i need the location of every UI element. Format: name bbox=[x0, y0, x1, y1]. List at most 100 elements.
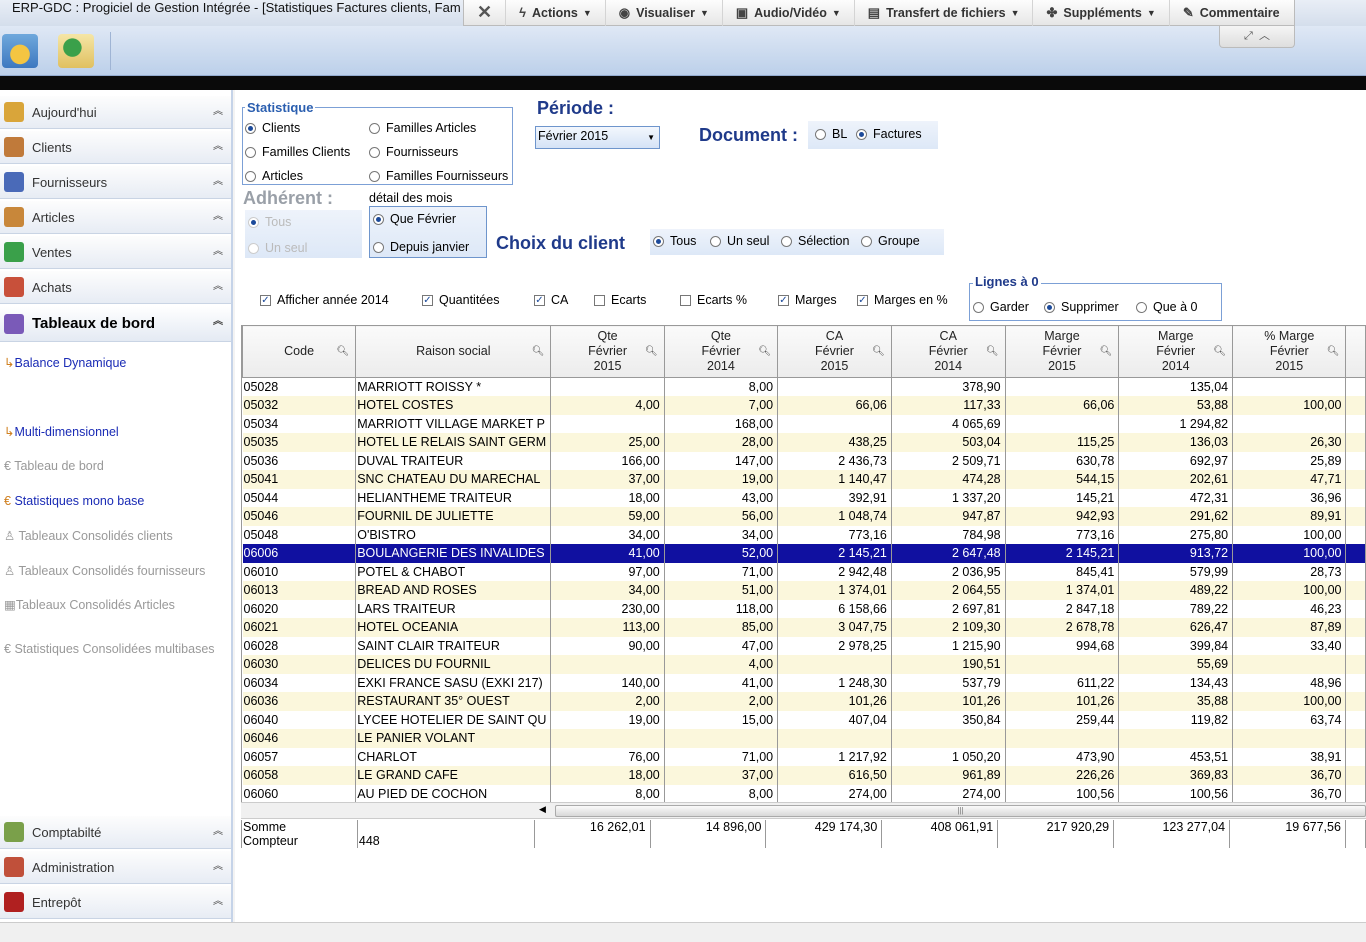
radio-bl[interactable]: BL bbox=[815, 127, 847, 141]
column-header[interactable]: CA Février 2015 🔍︎ bbox=[777, 325, 892, 378]
table-row[interactable]: 05028 MARRIOTT ROISSY * 8,00 378,90 135,04 bbox=[242, 377, 1366, 396]
check-marges[interactable]: ✓ Marges bbox=[778, 293, 837, 307]
radio-supprimer[interactable]: Supprimer bbox=[1044, 300, 1119, 314]
toolbar-audio-video[interactable]: ▣ Audio/Vidéo ▼ bbox=[723, 0, 855, 26]
checkbox[interactable]: ✓ bbox=[260, 294, 271, 306]
subnav-tableau-de-bord[interactable]: € Tableau de bord bbox=[4, 459, 104, 473]
radio-que-fevrier[interactable]: Que Février bbox=[373, 212, 456, 226]
nav-comptabilite[interactable]: Comptabilté ︽ bbox=[0, 816, 231, 849]
radio-button[interactable] bbox=[653, 235, 664, 247]
nav-administration[interactable]: Administration ︽ bbox=[0, 851, 231, 884]
radio-button[interactable] bbox=[248, 216, 259, 228]
chevron-up-icon[interactable]: ︽ bbox=[213, 172, 223, 187]
nav-fournisseurs[interactable]: Fournisseurs ︽ bbox=[0, 166, 231, 199]
radio-adherent-tous[interactable]: Tous bbox=[248, 215, 291, 229]
checkbox[interactable]: ✓ bbox=[778, 294, 789, 306]
table-row[interactable]: 05036 DUVAL TRAITEUR 166,00 147,00 2 436,73 2… bbox=[242, 451, 1366, 470]
toolbar-visualiser[interactable]: ◉ Visualiser ▼ bbox=[606, 0, 723, 26]
nav-ventes[interactable]: Ventes ︽ bbox=[0, 236, 231, 269]
radio-choix-un-seul[interactable]: Un seul bbox=[710, 234, 769, 248]
radio-choix-selection[interactable]: Sélection bbox=[781, 234, 849, 248]
subnav-consolides-fournisseurs[interactable]: ♙ Tableaux Consolidés fournisseurs bbox=[4, 563, 205, 578]
nav-entrepot[interactable]: Entrepôt ︽ bbox=[0, 886, 231, 919]
search-icon[interactable]: 🔍︎ bbox=[337, 344, 350, 359]
search-icon[interactable]: 🔍︎ bbox=[872, 344, 885, 359]
checkbox[interactable]: ✓ bbox=[857, 294, 868, 306]
subnav-statistiques-mono-base[interactable]: € Statistiques mono base bbox=[4, 494, 144, 508]
subnav-consolides-clients[interactable]: ♙ Tableaux Consolidés clients bbox=[4, 528, 173, 543]
table-row[interactable]: 06057 CHARLOT 76,00 71,00 1 217,92 1 050,20 47… bbox=[242, 747, 1366, 766]
table-row[interactable]: 06013 BREAD AND ROSES 34,00 51,00 1 374,01 2 … bbox=[242, 581, 1366, 600]
chevron-up-icon[interactable]: ︽ bbox=[213, 892, 223, 907]
table-row[interactable]: 06040 LYCEE HOTELIER DE SAINT QU 19,00 15,0… bbox=[242, 710, 1366, 729]
radio-button[interactable] bbox=[245, 122, 256, 134]
table-row[interactable]: 06028 SAINT CLAIR TRAITEUR 90,00 47,00 2 978… bbox=[242, 636, 1366, 655]
radio-depuis-janvier[interactable]: Depuis janvier bbox=[373, 240, 469, 254]
subnav-multi-dimensionnel[interactable]: ↳Multi-dimensionnel bbox=[4, 424, 119, 439]
table-row[interactable]: 06030 DELICES DU FOURNIL 4,00 190,51 55,69 bbox=[242, 655, 1366, 674]
radio-button[interactable] bbox=[710, 235, 721, 247]
subnav-balance-dynamique[interactable]: ↳Balance Dynamique bbox=[4, 355, 126, 370]
radio-button[interactable] bbox=[245, 170, 256, 182]
radio-fournisseurs[interactable]: Fournisseurs bbox=[369, 145, 458, 159]
toolbar-actions[interactable]: ϟ Actions ▼ bbox=[506, 0, 606, 26]
chevron-up-icon[interactable]: ︽ bbox=[213, 857, 223, 872]
horizontal-scrollbar[interactable]: ◀ ||| bbox=[241, 802, 1366, 819]
radio-button[interactable] bbox=[1136, 301, 1147, 313]
radio-familles-fournisseurs[interactable]: Familles Fournisseurs bbox=[369, 169, 508, 183]
check-marges-pct[interactable]: ✓ Marges en % bbox=[857, 293, 948, 307]
close-icon[interactable]: ✕ bbox=[464, 0, 507, 26]
search-icon[interactable]: 🔍︎ bbox=[1213, 344, 1226, 359]
chevron-up-icon[interactable]: ︽ bbox=[213, 822, 223, 837]
radio-button[interactable] bbox=[369, 170, 380, 182]
table-row[interactable]: 06046 LE PANIER VOLANT bbox=[242, 729, 1366, 748]
table-row[interactable]: 06020 LARS TRAITEUR 230,00 118,00 6 158,66 2 … bbox=[242, 599, 1366, 618]
search-icon[interactable]: 🔍︎ bbox=[532, 344, 545, 359]
home-icon[interactable] bbox=[2, 34, 38, 68]
radio-button[interactable] bbox=[973, 301, 984, 313]
nav-achats[interactable]: Achats ︽ bbox=[0, 271, 231, 304]
chevron-up-icon[interactable]: ︽ bbox=[213, 312, 223, 327]
toolbar-transfert[interactable]: ▤ Transfert de fichiers ▼ bbox=[855, 0, 1034, 26]
table-row[interactable]: 05035 HOTEL LE RELAIS SAINT GERM 25,00 28,0… bbox=[242, 433, 1366, 452]
chevron-up-icon[interactable]: ︽ bbox=[213, 102, 223, 117]
table-row[interactable]: 05046 FOURNIL DE JULIETTE 59,00 56,00 1 048,… bbox=[242, 507, 1366, 526]
radio-button[interactable] bbox=[856, 128, 867, 140]
checkbox[interactable] bbox=[594, 294, 605, 306]
checkbox[interactable]: ✓ bbox=[534, 294, 545, 306]
radio-articles[interactable]: Articles bbox=[245, 169, 303, 183]
column-header[interactable]: Marge Février 2015 🔍︎ bbox=[1004, 325, 1120, 378]
column-header[interactable]: Code 🔍︎ bbox=[241, 325, 357, 378]
radio-button[interactable] bbox=[1044, 301, 1055, 313]
fullscreen-icon[interactable]: ⤢ bbox=[1244, 30, 1253, 42]
search-icon[interactable]: 🔍︎ bbox=[645, 344, 658, 359]
checkbox[interactable] bbox=[680, 294, 691, 306]
scroll-left-arrow-icon[interactable]: ◀ bbox=[539, 804, 546, 815]
radio-button[interactable] bbox=[245, 146, 256, 158]
radio-garder[interactable]: Garder bbox=[973, 300, 1029, 314]
radio-button[interactable] bbox=[373, 241, 384, 253]
radio-button[interactable] bbox=[861, 235, 872, 247]
chevron-up-icon[interactable]: ︽ bbox=[213, 207, 223, 222]
check-ecarts[interactable]: Ecarts bbox=[594, 293, 646, 307]
check-ca[interactable]: ✓ CA bbox=[534, 293, 568, 307]
search-icon[interactable]: 🔍︎ bbox=[1100, 344, 1113, 359]
column-header[interactable]: Raison social 🔍︎ bbox=[355, 325, 552, 378]
radio-adherent-un-seul[interactable]: Un seul bbox=[248, 241, 307, 255]
column-header[interactable]: CA Février 2014 🔍︎ bbox=[890, 325, 1006, 378]
radio-choix-tous[interactable]: Tous bbox=[653, 234, 696, 248]
table-row[interactable]: 06036 RESTAURANT 35° OUEST 2,00 2,00 101,26 1… bbox=[242, 692, 1366, 711]
table-row[interactable]: 05044 HELIANTHEME TRAITEUR 18,00 43,00 392,9… bbox=[242, 488, 1366, 507]
subnav-consolides-articles[interactable]: ▦Tableaux Consolidés Articles bbox=[4, 597, 175, 612]
table-row[interactable]: 05048 O'BISTRO 34,00 34,00 773,16 784,98 773,1… bbox=[242, 525, 1366, 544]
periode-select[interactable]: Février 2015 ▼ bbox=[535, 126, 660, 149]
table-row[interactable]: 06034 EXKI FRANCE SASU (EXKI 217) 140,00 41… bbox=[242, 673, 1366, 692]
column-header[interactable]: Marge Février 2014 🔍︎ bbox=[1118, 325, 1234, 378]
check-quantitees[interactable]: ✓ Quantitées bbox=[422, 293, 499, 307]
check-ecarts-pct[interactable]: Ecarts % bbox=[680, 293, 747, 307]
table-row[interactable]: 06060 AU PIED DE COCHON 8,00 8,00 274,00 274,… bbox=[242, 784, 1366, 803]
radio-choix-groupe[interactable]: Groupe bbox=[861, 234, 920, 248]
search-icon[interactable]: 🔍︎ bbox=[1327, 344, 1340, 359]
radio-clients[interactable]: Clients bbox=[245, 121, 300, 135]
toolbar-collapse-tab[interactable]: ⤢ ︿ bbox=[1219, 26, 1295, 48]
